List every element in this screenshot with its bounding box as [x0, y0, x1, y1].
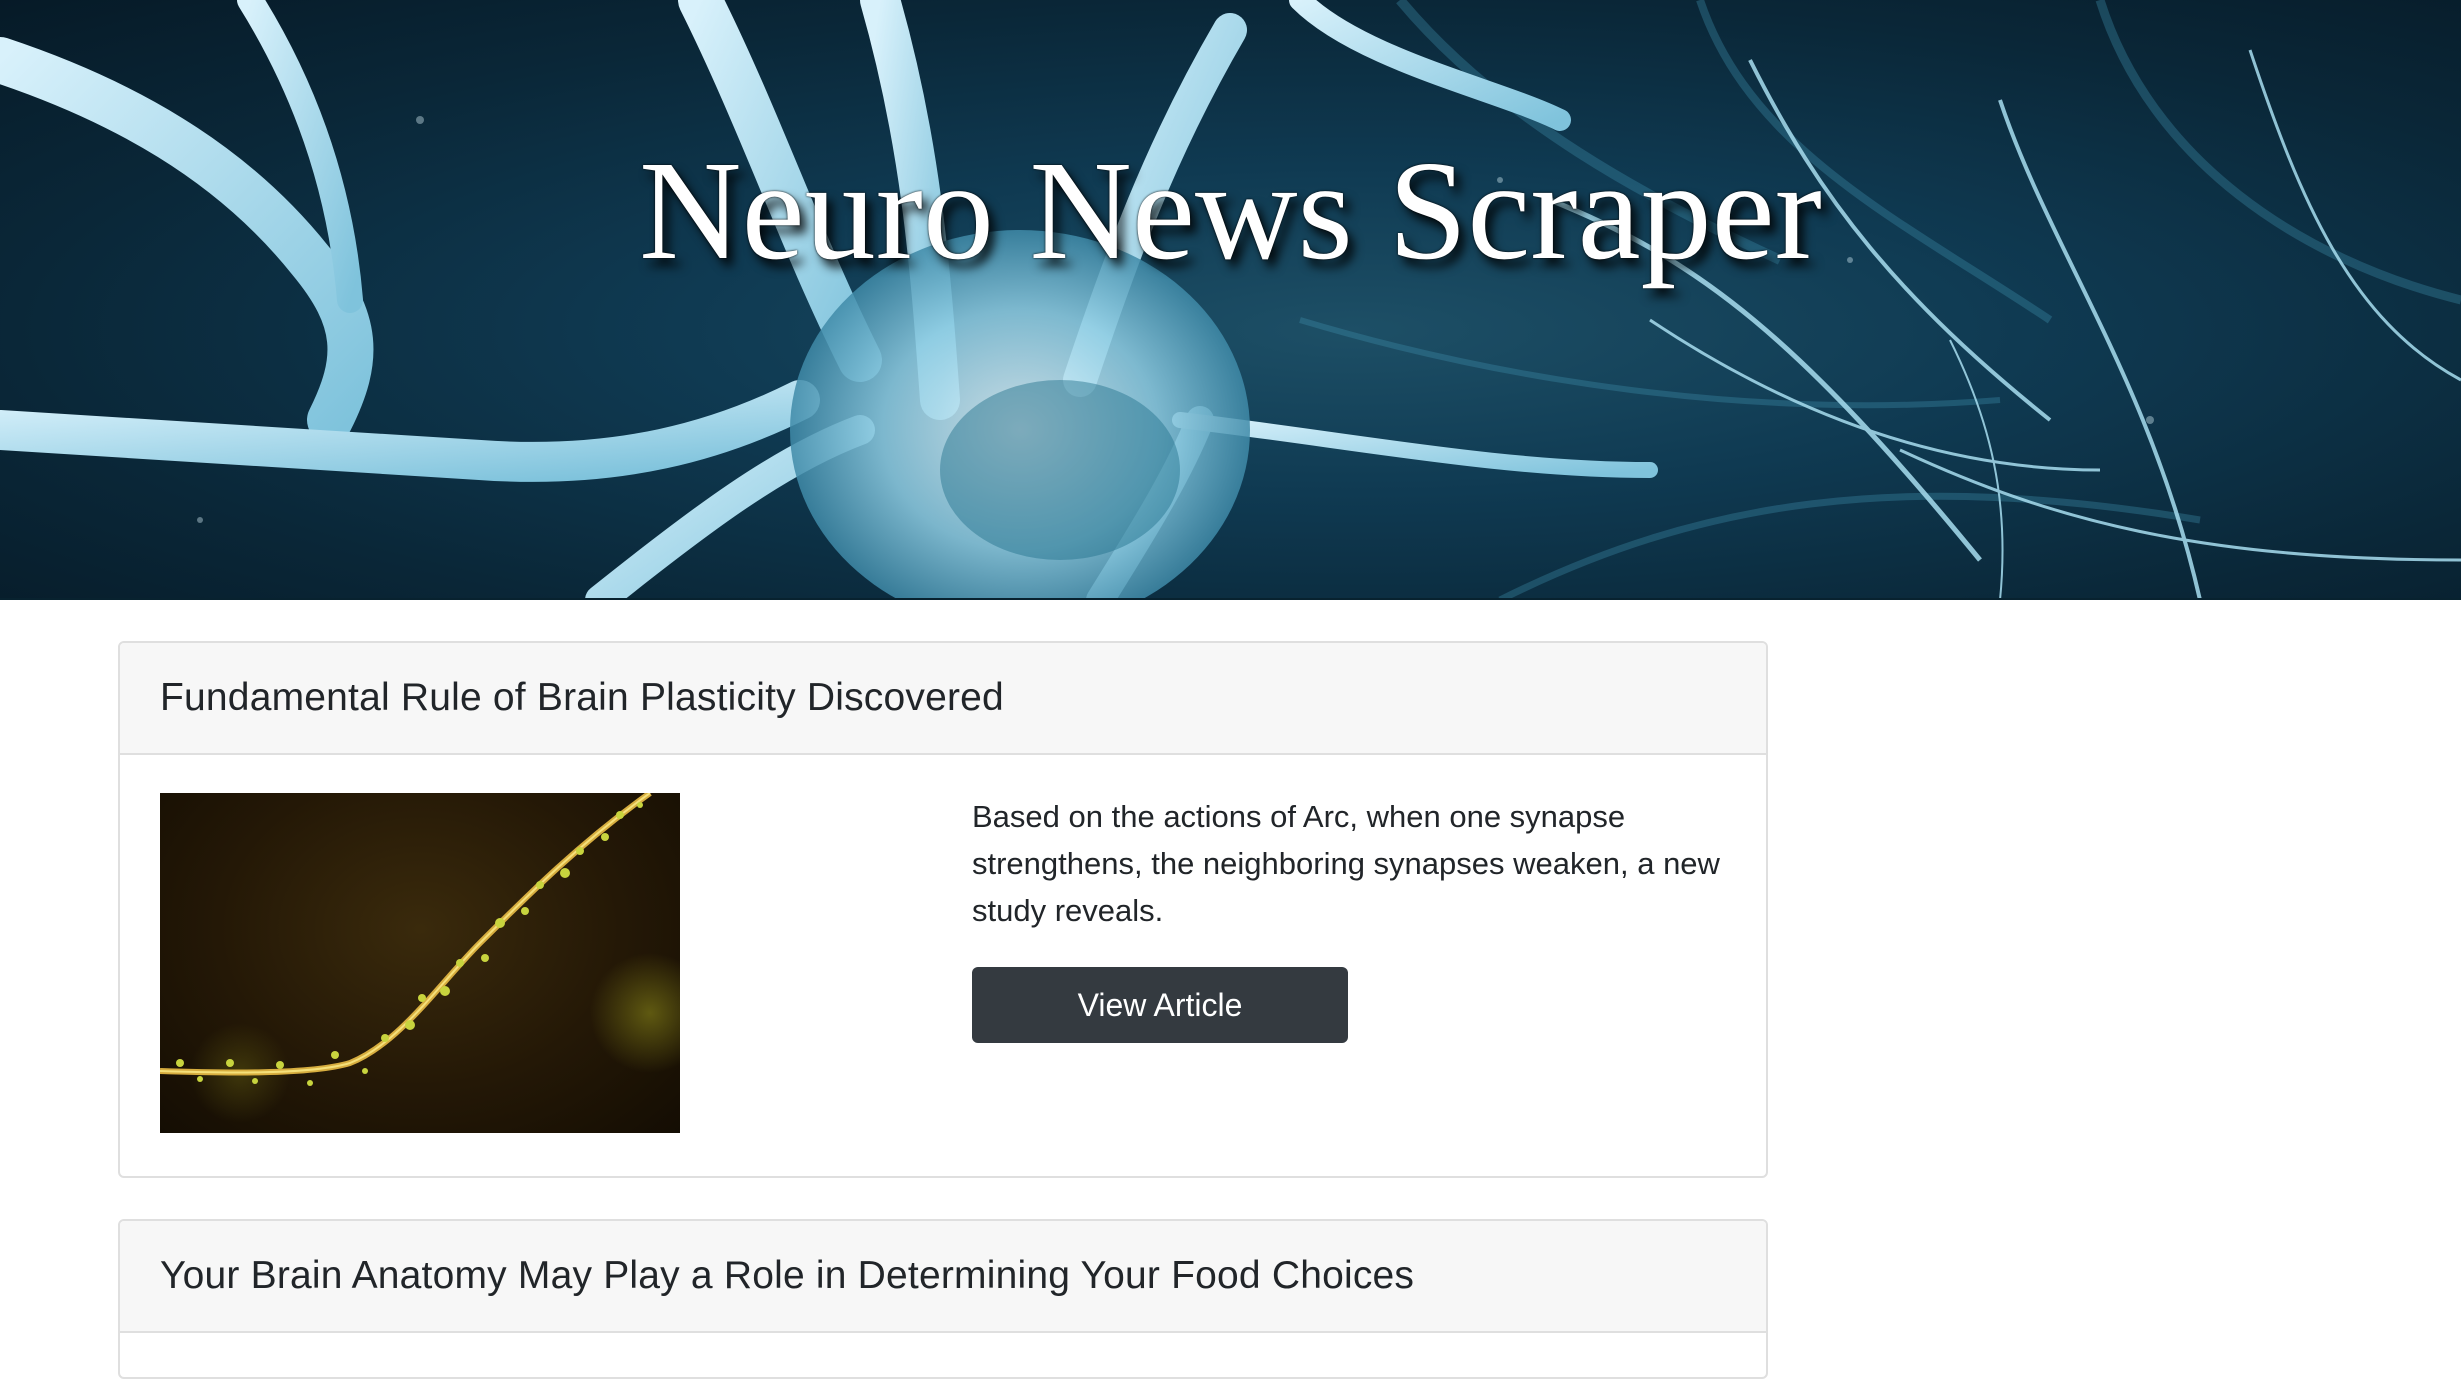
article-thumbnail — [160, 793, 680, 1133]
hero-divider — [0, 598, 2461, 600]
card-body: Based on the actions of Arc, when one sy… — [120, 755, 1766, 1176]
article-card: Fundamental Rule of Brain Plasticity Dis… — [118, 641, 1768, 1178]
card-header: Fundamental Rule of Brain Plasticity Dis… — [120, 643, 1766, 755]
article-title: Fundamental Rule of Brain Plasticity Dis… — [160, 676, 1004, 719]
article-title: Your Brain Anatomy May Play a Role in De… — [160, 1254, 1415, 1297]
card-header: Your Brain Anatomy May Play a Role in De… — [120, 1221, 1766, 1333]
neuron-background-image — [0, 0, 2461, 600]
page-title: Neuro News Scraper — [639, 131, 1822, 289]
neuron-dendrite-image — [160, 793, 680, 1123]
article-card: Your Brain Anatomy May Play a Role in De… — [118, 1219, 1768, 1379]
view-article-button[interactable]: View Article — [972, 967, 1348, 1043]
article-summary: Based on the actions of Arc, when one sy… — [972, 799, 1720, 928]
hero-banner: Neuro News Scraper — [0, 0, 2461, 600]
